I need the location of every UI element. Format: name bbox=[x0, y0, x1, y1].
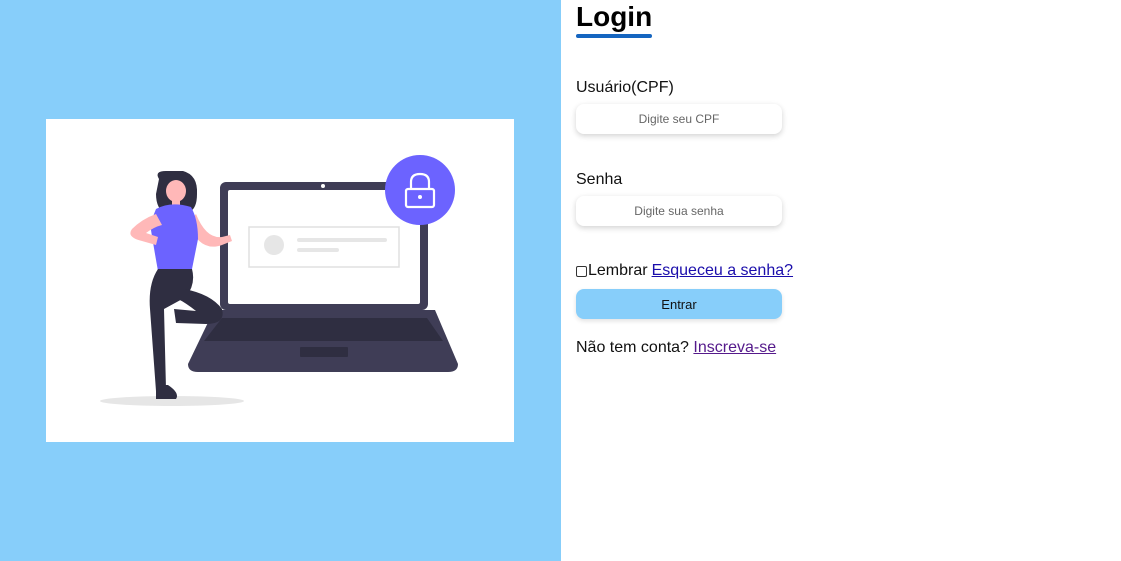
hero-panel bbox=[0, 0, 561, 561]
username-label: Usuário(CPF) bbox=[576, 79, 674, 96]
remember-label: Lembrar bbox=[588, 262, 648, 279]
remember-checkbox[interactable] bbox=[576, 265, 587, 277]
title-underline bbox=[576, 34, 652, 38]
login-form-panel: Login Usuário(CPF) Senha Lembrar Esquece… bbox=[561, 0, 1121, 561]
signup-prompt: Não tem conta? bbox=[576, 339, 694, 356]
forgot-password-link[interactable]: Esqueceu a senha? bbox=[652, 262, 793, 280]
password-label: Senha bbox=[576, 171, 623, 188]
page-title: Login bbox=[576, 1, 653, 32]
login-illustration bbox=[46, 119, 514, 442]
login-button[interactable]: Entrar bbox=[576, 289, 782, 319]
username-input[interactable] bbox=[576, 104, 782, 134]
login-page: Login Usuário(CPF) Senha Lembrar Esquece… bbox=[0, 0, 1121, 561]
signup-link[interactable]: Inscreva-se bbox=[693, 339, 776, 356]
password-input[interactable] bbox=[576, 196, 782, 226]
remember-row: Lembrar Esqueceu a senha? bbox=[576, 262, 793, 280]
signup-row: Não tem conta? Inscreva-se bbox=[576, 339, 776, 357]
